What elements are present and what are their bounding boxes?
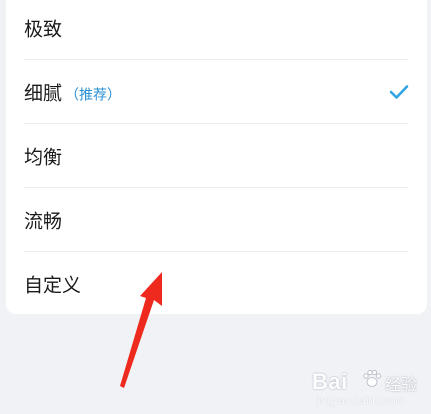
checkmark-icon [389,85,409,99]
option-xini[interactable]: 细腻 （推荐） [6,60,427,124]
watermark-url: jingyan.baidu.com [316,395,405,407]
option-label: 自定义 [24,274,82,297]
recommended-tag: （推荐） [65,87,122,104]
option-liuchang[interactable]: 流畅 [6,188,427,252]
option-junheng[interactable]: 均衡 [6,124,427,188]
option-label: 细腻 （推荐） [24,82,122,105]
watermark-logo: Bai [312,369,348,394]
option-label: 流畅 [24,210,63,233]
option-label: 均衡 [24,146,63,169]
option-zidingyi[interactable]: 自定义 [6,252,427,316]
baidu-jingyan-watermark: Bai 经验 jingyan.baidu.com [300,365,428,411]
paw-icon [363,369,382,387]
red-arrow-icon [120,272,162,388]
option-jizhi[interactable]: 极致 [6,0,427,60]
quality-options-list: 极致 细腻 （推荐） 均衡 流畅 自定义 [6,0,427,314]
watermark-jingyan: 经验 [385,375,418,394]
option-label: 极致 [24,18,63,41]
